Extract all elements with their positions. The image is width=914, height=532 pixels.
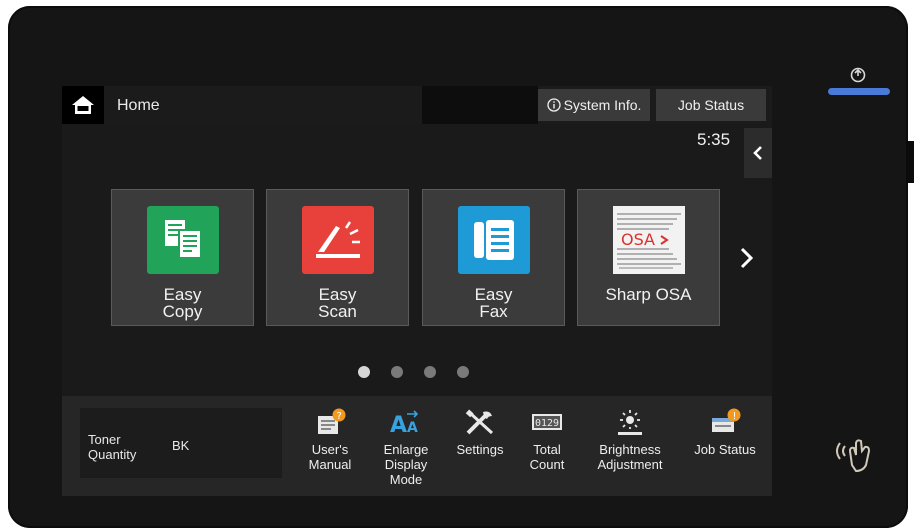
page-indicator [358, 366, 478, 380]
tile-label: Sharp OSA [605, 285, 692, 304]
chevron-left-icon [753, 146, 762, 160]
clock: 5:35 [697, 130, 731, 149]
easy-copy-tile[interactable]: Easy Copy [111, 189, 254, 326]
shortcut-label-line: Manual [308, 457, 352, 472]
osa-logo: OSA [613, 206, 685, 274]
toner-label-line1: Toner [88, 432, 121, 447]
shortcut-label-line: Settings [456, 442, 504, 457]
shortcut-label-line: Total [533, 442, 561, 457]
bottom-bar: Toner Quantity BK ? User's Manual A A En… [62, 396, 772, 496]
svg-text:!: ! [733, 411, 737, 422]
tile-label-line1: Easy [474, 285, 513, 304]
shortcut-label-line: User's [311, 442, 349, 457]
enlarge-display-mode-shortcut[interactable]: A A Enlarge Display Mode [374, 408, 438, 487]
power-indicator-bar [828, 88, 890, 95]
settings-icon [465, 409, 494, 435]
system-info-label: System Info. [563, 97, 642, 113]
tile-label-line2: Fax [479, 302, 508, 321]
manual-icon: ? [318, 408, 346, 434]
page-dot[interactable] [391, 366, 403, 378]
power-area [823, 66, 893, 106]
shortcut-label-line: Job Status [694, 442, 756, 457]
info-icon [546, 98, 561, 112]
total-count-shortcut[interactable]: 0129 Total Count [520, 408, 574, 472]
job-status-shortcut[interactable]: ! Job Status [684, 408, 766, 457]
page-dot[interactable] [424, 366, 436, 378]
chevron-right-icon[interactable] [734, 246, 758, 270]
counter-icon: 0129 [532, 414, 562, 430]
shortcut-label-line: Brightness [599, 442, 661, 457]
tile-label-line2: Copy [162, 302, 203, 321]
shortcut-label-line: Mode [389, 472, 423, 487]
job-status-icon: ! [712, 408, 741, 432]
osa-logo-text: OSA [621, 230, 655, 249]
counter-digits: 0129 [535, 418, 559, 429]
home-icon [72, 96, 94, 114]
shortcut-label-line: Count [529, 457, 565, 472]
sharp-osa-tile[interactable]: OSA Sharp OSA [577, 189, 720, 326]
job-status-label: Job Status [677, 97, 745, 113]
toner-quantity-panel: Toner Quantity BK [80, 408, 282, 478]
message-area [422, 86, 538, 124]
toner-label-line2: Quantity [88, 447, 137, 462]
fax-icon [458, 206, 530, 274]
copy-icon [147, 206, 219, 274]
job-status-button[interactable]: Job Status [656, 89, 766, 121]
home-label: Home [117, 97, 160, 114]
tile-label-line2: Scan [318, 302, 357, 321]
users-manual-shortcut[interactable]: ? User's Manual [300, 408, 360, 472]
system-info-button[interactable]: System Info. [538, 89, 650, 121]
svg-text:A: A [390, 413, 407, 436]
toner-label: Toner Quantity [88, 432, 136, 462]
easy-fax-tile[interactable]: Easy Fax [422, 189, 565, 326]
brightness-icon [618, 410, 642, 435]
scan-icon [302, 206, 374, 274]
page-dot[interactable] [457, 366, 469, 378]
settings-shortcut[interactable]: Settings [448, 408, 512, 457]
tile-label-line1: Easy [318, 285, 357, 304]
power-save-icon[interactable] [849, 66, 867, 84]
page-dot[interactable] [358, 366, 370, 378]
shortcut-label-line: Adjustment [597, 457, 663, 472]
nfc-touch-icon [836, 439, 871, 473]
toner-color-code: BK [172, 438, 190, 453]
top-bar: Home System Info. Job Status [62, 86, 772, 124]
svg-text:A: A [407, 420, 418, 436]
brightness-adjustment-shortcut[interactable]: Brightness Adjustment [584, 408, 676, 472]
tile-label-line1: Easy [163, 285, 202, 304]
shortcut-label-line: Enlarge [383, 442, 429, 457]
enlarge-text-icon: A A [390, 410, 419, 436]
collapse-panel-button[interactable] [744, 128, 772, 178]
touch-screen: Home System Info. Job Status 5:35 Easy C… [62, 86, 772, 496]
side-latch [906, 141, 914, 183]
easy-scan-tile[interactable]: Easy Scan [266, 189, 409, 326]
home-button[interactable] [62, 86, 104, 124]
svg-text:?: ? [337, 411, 342, 422]
shortcut-label-line: Display [384, 457, 428, 472]
